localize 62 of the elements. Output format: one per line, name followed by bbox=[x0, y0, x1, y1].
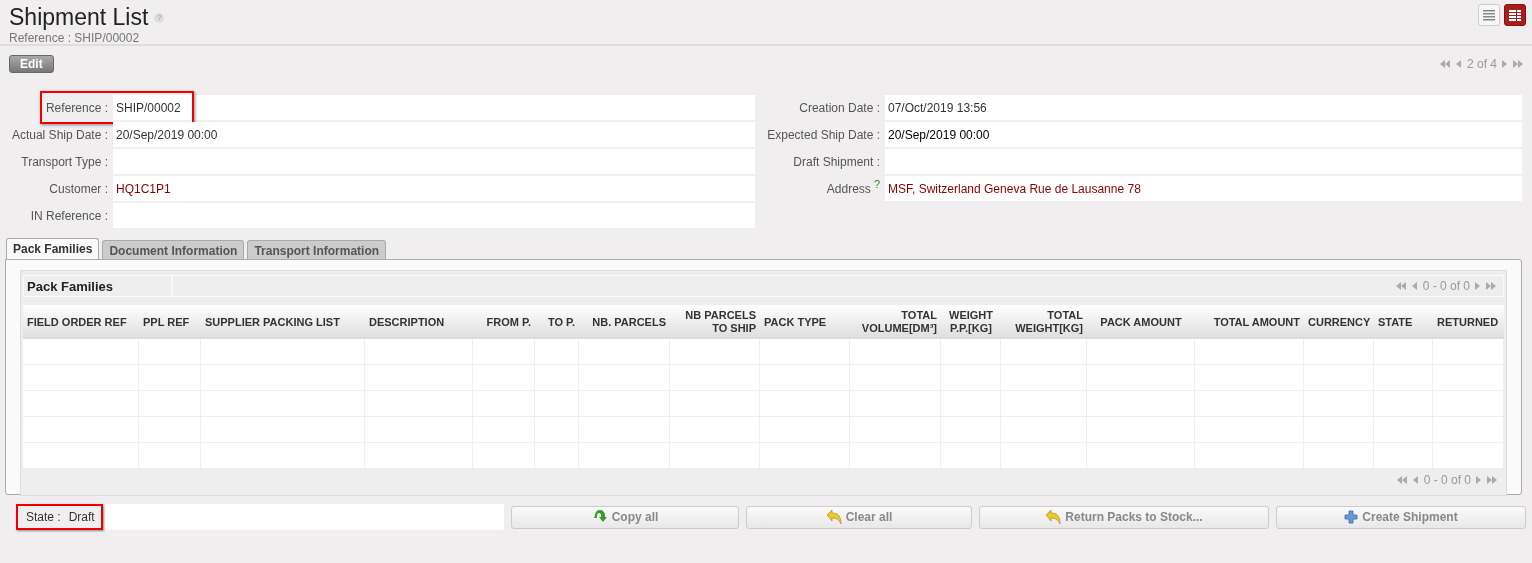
column-header[interactable]: PACK AMOUNT bbox=[1087, 305, 1195, 339]
column-header[interactable]: TOTAL AMOUNT bbox=[1195, 305, 1304, 339]
field-label: Creation Date : bbox=[799, 100, 880, 115]
state-value: Draft bbox=[68, 510, 95, 524]
column-header[interactable]: STATE bbox=[1374, 305, 1433, 339]
field-label: Transport Type : bbox=[21, 154, 108, 169]
column-header[interactable]: DESCRIPTION bbox=[365, 305, 473, 339]
first-page-icon[interactable] bbox=[1396, 475, 1408, 485]
page-subtitle: Reference : SHIP/00002 bbox=[9, 31, 141, 45]
column-header[interactable]: FROM P. bbox=[473, 305, 535, 339]
help-mark[interactable]: ? bbox=[873, 178, 880, 190]
next-page-icon[interactable] bbox=[1475, 281, 1481, 291]
column-header[interactable]: NB. PARCELS bbox=[579, 305, 670, 339]
list-icon bbox=[1482, 9, 1496, 21]
page-title: Shipment List bbox=[9, 4, 149, 31]
undo-arrow-icon bbox=[825, 509, 842, 525]
field-value: 20/Sep/2019 00:00 bbox=[113, 122, 755, 147]
column-header[interactable]: TOTAL VOLUME[DM³] bbox=[850, 305, 941, 339]
next-page-icon[interactable] bbox=[1502, 59, 1508, 69]
last-page-icon[interactable] bbox=[1486, 281, 1497, 291]
field-label: Expected Ship Date : bbox=[767, 127, 880, 142]
pager-text: 0 - 0 of 0 bbox=[1422, 279, 1470, 293]
column-header[interactable]: SUPPLIER PACKING LIST bbox=[201, 305, 365, 339]
form-icon bbox=[1508, 9, 1522, 21]
field-value: SHIP/00002 bbox=[113, 95, 755, 120]
last-page-icon[interactable] bbox=[1513, 59, 1524, 69]
field-label: Reference : bbox=[45, 100, 108, 115]
tab[interactable]: Transport Information bbox=[247, 240, 387, 260]
field-value: 20/Sep/2019 00:00 bbox=[885, 122, 1522, 147]
column-header[interactable]: TOTAL WEIGHT[KG] bbox=[1001, 305, 1087, 339]
column-header[interactable]: RETURNED bbox=[1433, 305, 1504, 339]
next-page-icon[interactable] bbox=[1476, 475, 1482, 485]
last-page-icon[interactable] bbox=[1487, 475, 1498, 485]
previous-page-icon[interactable] bbox=[1455, 59, 1462, 69]
field-value: 07/Oct/2019 13:56 bbox=[885, 95, 1522, 120]
field-label: Draft Shipment : bbox=[793, 154, 880, 169]
field-label: IN Reference : bbox=[30, 208, 108, 223]
state-label: State : bbox=[26, 510, 61, 524]
column-header[interactable]: TO P. bbox=[535, 305, 579, 339]
column-header[interactable]: CURRENCY bbox=[1304, 305, 1374, 339]
plus-icon bbox=[1344, 510, 1359, 524]
tab[interactable]: Document Information bbox=[102, 240, 245, 260]
undo-arrow-icon bbox=[1045, 509, 1062, 525]
tab[interactable]: Pack Families bbox=[6, 238, 100, 260]
field-label: Address bbox=[826, 181, 871, 196]
pager-text: 0 - 0 of 0 bbox=[1423, 473, 1471, 487]
column-header[interactable]: PPL REF bbox=[139, 305, 201, 339]
previous-page-icon[interactable] bbox=[1411, 281, 1418, 291]
column-header[interactable]: NB PARCELS TO SHIP bbox=[670, 305, 760, 339]
column-header[interactable]: PACK TYPE bbox=[760, 305, 850, 339]
column-header[interactable]: FIELD ORDER REF bbox=[23, 305, 139, 339]
field-value: HQ1C1P1 bbox=[113, 176, 755, 201]
previous-page-icon[interactable] bbox=[1412, 475, 1419, 485]
view-button[interactable] bbox=[1504, 4, 1526, 26]
field-label: Actual Ship Date : bbox=[11, 127, 108, 142]
first-page-icon[interactable] bbox=[1395, 281, 1407, 291]
field-label: Customer : bbox=[49, 181, 108, 196]
field-value: MSF, Switzerland Geneva Rue de Lausanne 78 bbox=[885, 176, 1522, 201]
column-header[interactable]: WEIGHT P.P.[KG] bbox=[941, 305, 1001, 339]
pager-text: 2 of 4 bbox=[1466, 57, 1497, 71]
grid-title: Pack Families bbox=[23, 275, 172, 297]
first-page-icon[interactable] bbox=[1439, 59, 1451, 69]
